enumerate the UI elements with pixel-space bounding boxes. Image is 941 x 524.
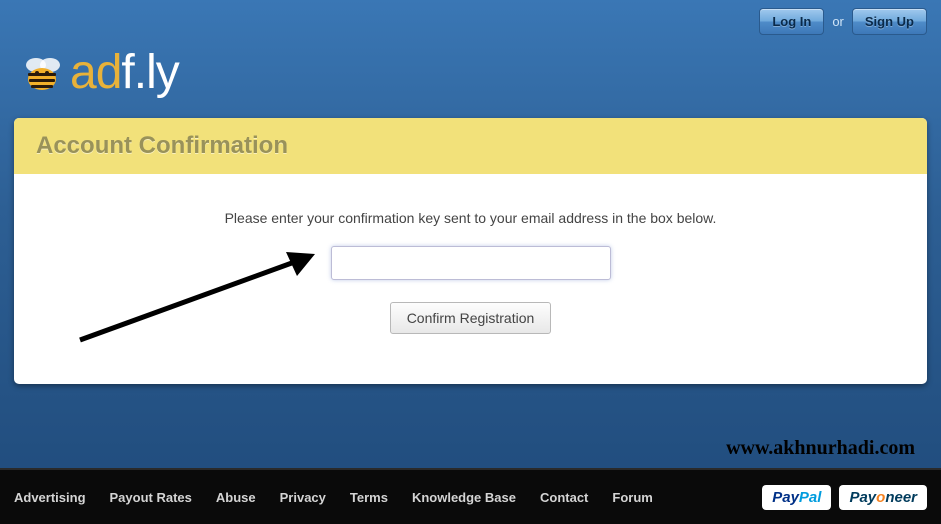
logo-letter-f: f	[121, 46, 133, 99]
footer-link-forum[interactable]: Forum	[612, 490, 652, 505]
card-header: Account Confirmation	[14, 118, 927, 174]
bee-icon	[20, 51, 64, 95]
footer-links: Advertising Payout Rates Abuse Privacy T…	[14, 490, 762, 505]
footer: Advertising Payout Rates Abuse Privacy T…	[0, 468, 941, 524]
footer-link-payout-rates[interactable]: Payout Rates	[110, 490, 192, 505]
payoneer-badge: Payoneer	[839, 485, 927, 510]
paypal-pay: Pay	[772, 489, 799, 506]
payoneer-o: o	[876, 489, 885, 506]
footer-link-privacy[interactable]: Privacy	[280, 490, 326, 505]
footer-link-terms[interactable]: Terms	[350, 490, 388, 505]
login-button[interactable]: Log In	[759, 8, 824, 35]
logo-letter-d: d	[96, 46, 122, 99]
footer-link-contact[interactable]: Contact	[540, 490, 588, 505]
footer-link-abuse[interactable]: Abuse	[216, 490, 256, 505]
signup-button[interactable]: Sign Up	[852, 8, 927, 35]
paypal-badge: PayPal	[762, 485, 831, 510]
confirmation-card: Account Confirmation Please enter your c…	[14, 118, 927, 384]
page-title: Account Confirmation	[36, 132, 905, 160]
logo-letter-y: y	[156, 46, 179, 99]
logo-text: adf.ly	[70, 45, 179, 100]
payoneer-neer: neer	[885, 489, 917, 506]
payoneer-y: y	[868, 489, 876, 506]
paypal-pal: Pal	[799, 489, 822, 506]
confirmation-key-input[interactable]	[331, 246, 611, 280]
payment-badges: PayPal Payoneer	[762, 485, 927, 510]
instruction-text: Please enter your confirmation key sent …	[34, 210, 907, 226]
logo-dot: .	[134, 46, 146, 99]
logo-letter-l: l	[146, 46, 156, 99]
card-body: Please enter your confirmation key sent …	[14, 174, 927, 384]
payoneer-pa: Pa	[849, 489, 867, 506]
logo-letter-a: a	[70, 46, 96, 99]
watermark-text: www.akhnurhadi.com	[726, 437, 915, 460]
footer-link-knowledge-base[interactable]: Knowledge Base	[412, 490, 516, 505]
or-text: or	[832, 14, 844, 29]
top-bar: Log In or Sign Up	[0, 0, 941, 35]
footer-link-advertising[interactable]: Advertising	[14, 490, 86, 505]
logo[interactable]: adf.ly	[0, 35, 941, 118]
confirm-registration-button[interactable]: Confirm Registration	[390, 302, 552, 334]
